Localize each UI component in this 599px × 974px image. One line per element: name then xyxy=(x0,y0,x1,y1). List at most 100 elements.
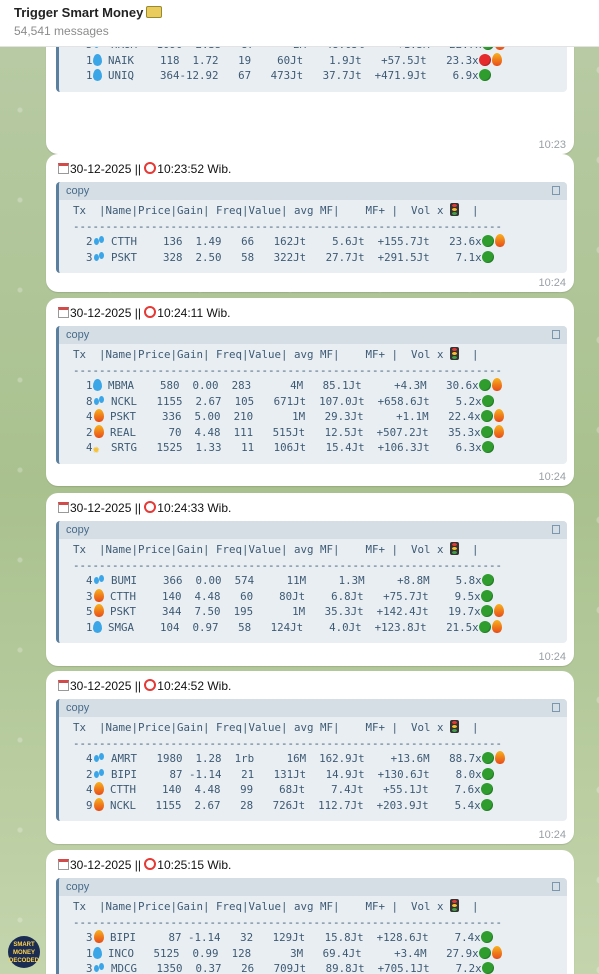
separator: || xyxy=(131,858,145,872)
cell-price: 104 xyxy=(140,620,180,634)
cell-freq: 111 xyxy=(220,425,254,439)
copy-bar[interactable]: copy xyxy=(59,326,567,344)
cell-freq: 21 xyxy=(221,767,255,781)
status-green-icon xyxy=(481,250,494,263)
copy-icon[interactable] xyxy=(552,882,560,891)
copy-icon[interactable] xyxy=(552,186,560,195)
message-date: 30-12-2025 xyxy=(70,162,132,176)
table-row: 3 MDCG 1350 0.37 26 709Jt 89.8Jt +705.1J… xyxy=(73,962,494,974)
table-row: 1 UNIQ 364-12.92 67 473Jt 37.7Jt +471.9J… xyxy=(73,69,491,82)
cell-value: 671Jt xyxy=(254,394,307,408)
alarm-clock-icon xyxy=(144,162,157,174)
cell-vol: 22.4x xyxy=(428,410,481,423)
cell-freq: 283 xyxy=(218,379,252,392)
cell-name: SMGA xyxy=(101,620,141,634)
fire-icon xyxy=(494,234,505,247)
cell-value: 4M xyxy=(251,379,304,392)
copy-bar[interactable]: copy xyxy=(59,699,567,717)
calendar-icon xyxy=(58,163,69,174)
cell-vol: 8.0x xyxy=(429,767,482,781)
copy-bar[interactable]: copy xyxy=(59,878,567,896)
cell-value: 131Jt xyxy=(254,767,307,781)
status-green-icon xyxy=(481,767,494,780)
copy-icon[interactable] xyxy=(552,525,560,534)
status-green-icon xyxy=(481,441,494,453)
alarm-clock-icon xyxy=(144,679,157,691)
fire-icon xyxy=(493,604,504,617)
message-header: 30-12-2025 || 10:24:52 Wib. xyxy=(58,679,231,693)
cell-vol: 35.3x xyxy=(428,425,481,439)
cell-vol: 6.3x xyxy=(429,441,482,454)
copy-icon[interactable] xyxy=(552,330,560,339)
message-header: 30-12-2025 || 10:25:15 Wib. xyxy=(58,858,231,872)
cell-value: 3M xyxy=(251,946,304,960)
cell-gain: 2.50 xyxy=(182,250,222,264)
status-green-icon xyxy=(480,605,493,617)
splash-icon xyxy=(93,574,105,586)
cell-value: 1M xyxy=(253,410,306,423)
traffic-light-icon xyxy=(450,542,460,555)
column-headers: Tx |Name|Price|Gain| Freq|Value| avg MF|… xyxy=(73,900,444,913)
row-tx: 1 xyxy=(73,69,93,82)
cell-name: MBMA xyxy=(101,379,141,392)
row-tx: 3 xyxy=(73,931,93,944)
cell-value: 162Jt xyxy=(254,235,307,248)
cell-avg: 112.7Jt xyxy=(305,798,364,812)
table-row: 5 PSKT 344 7.50 195 1M 35.3Jt +142.4Jt 1… xyxy=(73,604,504,618)
row-tx: 2 xyxy=(73,235,93,248)
separator-line: ----------------------------------------… xyxy=(73,736,503,750)
drop-icon xyxy=(92,620,102,633)
cell-price: 344 xyxy=(142,605,182,618)
copy-icon[interactable] xyxy=(552,703,560,712)
status-green-icon xyxy=(478,620,491,633)
cell-gain: 0.00 xyxy=(182,574,222,587)
message-clock: 10:24:33 Wib. xyxy=(157,501,232,515)
cell-mf: +507.2Jt xyxy=(363,425,429,439)
cell-price: 1980 xyxy=(143,752,183,765)
separator: || xyxy=(131,162,145,176)
cell-price: 87 xyxy=(142,931,182,944)
copy-label: copy xyxy=(66,881,90,893)
cell-avg: 1.9Jt xyxy=(303,53,362,67)
message-clock: 10:23:52 Wib. xyxy=(157,162,232,176)
cell-name: INCO xyxy=(101,946,141,960)
message-clock: 10:25:15 Wib. xyxy=(157,858,232,872)
splash-icon xyxy=(93,752,105,764)
status-green-icon xyxy=(478,946,491,959)
separator: || xyxy=(131,501,145,515)
message-time: 10:23 xyxy=(538,139,566,151)
cell-avg: 85.1Jt xyxy=(303,379,362,392)
cell-mf: +128.6Jt xyxy=(363,931,429,944)
cell-mf: +55.1Jt xyxy=(363,783,429,796)
cell-gain: 1.33 xyxy=(182,441,222,454)
channel-avatar[interactable]: SMART MONEY DECODED xyxy=(8,936,40,968)
status-green-icon xyxy=(481,394,494,407)
row-tx: 1 xyxy=(73,946,93,960)
cell-gain: 0.37 xyxy=(182,962,222,974)
separator: || xyxy=(131,306,145,320)
cell-mf: +106.3Jt xyxy=(364,441,430,454)
copy-bar[interactable]: copy xyxy=(59,182,567,200)
copy-bar[interactable]: copy xyxy=(59,521,567,539)
chat-header[interactable]: Trigger Smart Money 54,541 messages xyxy=(0,0,599,47)
cell-avg: 15.8Jt xyxy=(305,931,364,944)
table-row: 2 REAL 70 4.48 111 515Jt 12.5Jt +507.2Jt… xyxy=(73,424,504,439)
cell-name: NAIK xyxy=(101,53,141,67)
alarm-clock-icon xyxy=(144,858,157,870)
table-row: 2 CTTH 136 1.49 66 162Jt 5.6Jt +155.7Jt … xyxy=(73,234,505,248)
cell-price: 140 xyxy=(142,589,182,603)
cell-freq: 19 xyxy=(218,53,252,67)
cell-price: 136 xyxy=(143,235,183,248)
cell-freq: 11 xyxy=(221,441,255,454)
message-bubble: 30-12-2025 || 10:24:11 Wib. copy Tx |Name|… xyxy=(46,298,574,486)
copy-label: copy xyxy=(66,702,90,714)
fire-icon xyxy=(491,945,502,959)
fire-icon xyxy=(491,619,502,633)
cell-price: 5125 xyxy=(140,946,180,960)
message-bubble: 30-12-2025 || 10:24:52 Wib. copy Tx |Name|… xyxy=(46,671,574,844)
message-feed[interactable]: 3 ARKO 5850 15.27 32 614Jt 59.2Jt +184.5… xyxy=(0,46,599,974)
cell-value: 106Jt xyxy=(254,441,307,454)
cell-value: 16M xyxy=(254,752,307,765)
cell-name: BUMI xyxy=(104,574,144,587)
status-green-icon xyxy=(480,425,493,438)
